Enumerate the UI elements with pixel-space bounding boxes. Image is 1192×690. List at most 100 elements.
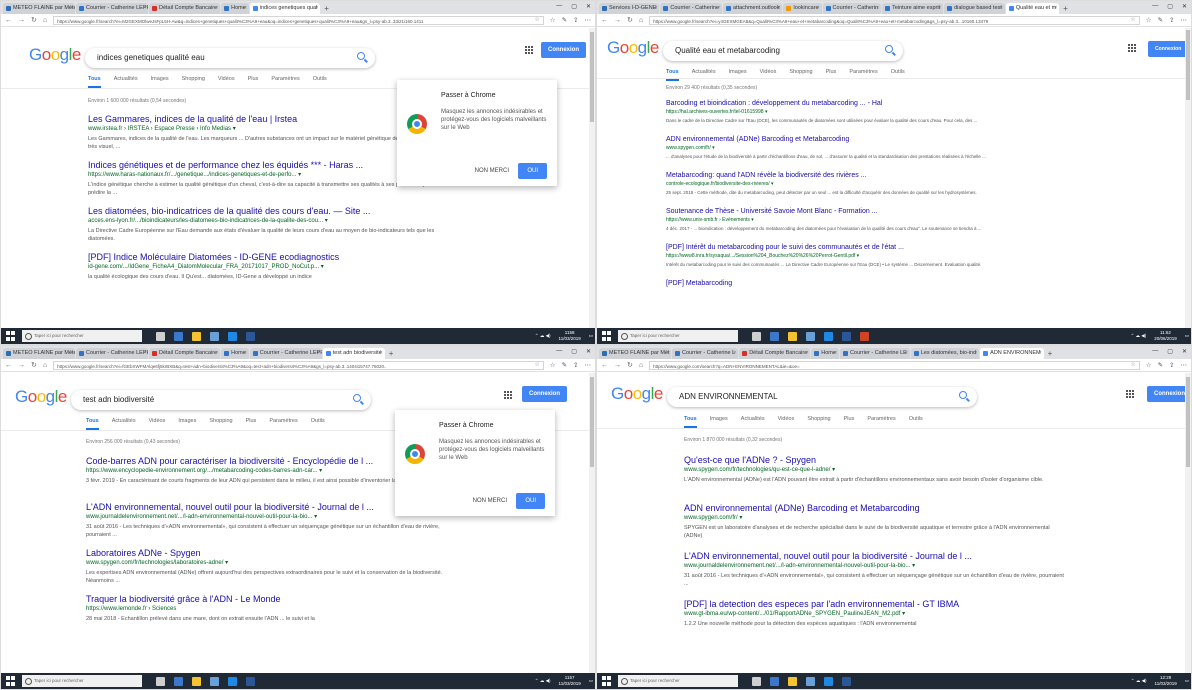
close-tab-icon[interactable]: × — [974, 350, 977, 356]
result-title-link[interactable]: ADN environnemental (ADNe) Barcoding et … — [666, 135, 1006, 145]
result-title-link[interactable]: L'ADN environnemental, nouvel outil pour… — [684, 550, 1064, 562]
result-url[interactable]: https://www.univ-smb.fr › Évènements ▾ — [666, 217, 1006, 224]
search-input[interactable]: Qualité eau et metabarcoding — [663, 41, 903, 61]
share-icon[interactable]: ⇪ — [1169, 16, 1174, 24]
task-view-icon[interactable] — [770, 676, 779, 686]
result-title-link[interactable]: [PDF] Intérêt du metabarcoding pour le s… — [666, 243, 1006, 253]
close-window-icon[interactable]: ✕ — [1182, 3, 1187, 10]
search-tab[interactable]: Tous — [86, 418, 99, 430]
search-tab[interactable]: Shopping — [209, 418, 232, 430]
close-tab-icon[interactable]: × — [143, 5, 146, 11]
bookmark-star-icon[interactable]: ☆ — [534, 362, 539, 369]
browser-tab[interactable]: attachment.outlook × — [722, 3, 783, 14]
bookmark-star-icon[interactable]: ☆ — [534, 17, 539, 24]
close-tab-icon[interactable]: × — [1054, 5, 1057, 11]
outlook-icon[interactable] — [842, 676, 851, 686]
google-logo[interactable]: Google — [15, 387, 67, 407]
result-url[interactable]: acces.ens-lyon.fr/.../bioindicateurs/les… — [88, 217, 458, 225]
result-url[interactable]: www.gt-ibma.eu/wp-content/.../01/Rapport… — [684, 610, 1064, 618]
home-icon[interactable]: ⌂ — [43, 362, 47, 369]
share-icon[interactable]: ⇪ — [1169, 361, 1174, 369]
accept-button[interactable]: OUI — [518, 163, 547, 179]
sign-in-button[interactable]: Connexion — [522, 386, 567, 402]
notifications-icon[interactable]: ▭ — [1185, 333, 1189, 339]
back-icon[interactable]: ← — [5, 362, 12, 369]
search-tab[interactable]: Plus — [246, 418, 257, 430]
file-explorer-icon[interactable] — [210, 331, 219, 341]
home-icon[interactable]: ⌂ — [639, 362, 643, 369]
result-url[interactable]: www.spygen.com/fr/technologies/qu-est-ce… — [684, 466, 1064, 474]
close-tab-icon[interactable]: × — [805, 350, 808, 356]
search-tab[interactable]: Actualités — [741, 416, 765, 428]
store-icon[interactable] — [192, 331, 201, 341]
close-tab-icon[interactable]: × — [244, 5, 247, 11]
refresh-icon[interactable]: ↻ — [31, 361, 37, 369]
more-icon[interactable]: ⋯ — [1181, 16, 1188, 24]
close-tab-icon[interactable]: × — [315, 5, 318, 11]
google-logo[interactable]: Google — [607, 38, 659, 58]
edge-browser-icon[interactable] — [228, 331, 237, 341]
search-tab[interactable]: Vidéos — [778, 416, 795, 428]
browser-tab[interactable]: Courrier - Catherine × — [660, 3, 722, 14]
more-icon[interactable]: ⋯ — [585, 361, 592, 369]
browser-tab[interactable]: METEO FLAINE par Mét × — [599, 348, 671, 359]
url-field[interactable]: https://www.google.fr/search?ei=y4GEXMGE… — [649, 15, 1140, 25]
result-url[interactable]: https://hal.archives-ouvertes.fr/tel-016… — [666, 109, 1006, 116]
browser-tab[interactable]: lookincare × — [783, 3, 822, 14]
notes-icon[interactable]: ✎ — [1158, 361, 1163, 369]
bookmark-star-icon[interactable]: ☆ — [1130, 17, 1135, 24]
maximize-icon[interactable]: ▢ — [571, 348, 577, 355]
browser-tab[interactable]: Les diatomées, bio-ind × — [910, 348, 980, 359]
microphone-icon[interactable] — [752, 676, 761, 686]
taskbar-clock[interactable]: 12:29 11/03/2019 — [1155, 675, 1177, 686]
search-tab[interactable]: Plus — [844, 416, 855, 428]
search-tab[interactable]: Vidéos — [760, 69, 777, 81]
back-icon[interactable]: ← — [5, 17, 12, 24]
search-tab[interactable]: Actualités — [692, 69, 716, 81]
forward-icon[interactable]: → — [18, 17, 25, 24]
maximize-icon[interactable]: ▢ — [571, 3, 577, 10]
microphone-icon[interactable] — [156, 676, 165, 686]
result-url[interactable]: www.spygen.com/fr/ ▾ — [684, 514, 1064, 522]
edge-browser-icon[interactable] — [228, 676, 237, 686]
close-window-icon[interactable]: ✕ — [1182, 348, 1187, 355]
more-icon[interactable]: ⋯ — [585, 16, 592, 24]
result-url[interactable]: controle-ecologique.fr/biodiversite-des-… — [666, 181, 1006, 188]
back-icon[interactable]: ← — [601, 362, 608, 369]
taskbar-clock[interactable]: 1158 11/03/2019 — [559, 330, 581, 341]
new-tab-button[interactable]: + — [321, 3, 332, 14]
bookmark-star-icon[interactable]: ☆ — [1130, 362, 1135, 369]
result-title-link[interactable]: Metabarcoding: quand l'ADN révèle la bio… — [666, 171, 1006, 181]
close-tab-icon[interactable]: × — [654, 5, 657, 11]
result-title-link[interactable]: Qu'est-ce que l'ADNe ? - Spygen — [684, 454, 1064, 466]
close-tab-icon[interactable]: × — [380, 350, 383, 356]
result-title-link[interactable]: [PDF] Indice Moléculaire Diatomées - ID-… — [88, 251, 458, 263]
task-view-icon[interactable] — [770, 331, 779, 341]
notes-icon[interactable]: ✎ — [562, 361, 567, 369]
google-logo[interactable]: Google — [29, 45, 81, 65]
apps-grid-icon[interactable] — [504, 391, 512, 399]
notifications-icon[interactable]: ▭ — [589, 333, 593, 339]
share-icon[interactable]: ⇪ — [573, 361, 578, 369]
browser-tab[interactable]: Home × — [221, 3, 249, 14]
browser-tab[interactable]: indices genetiques qual × — [249, 3, 321, 14]
edge-browser-icon[interactable] — [824, 676, 833, 686]
close-tab-icon[interactable]: × — [733, 350, 736, 356]
search-icon[interactable] — [885, 45, 893, 53]
search-tab[interactable]: Vidéos — [218, 76, 235, 88]
tray-icons[interactable]: ⌃ ☁ ◀) — [1131, 678, 1147, 684]
close-tab-icon[interactable]: × — [1000, 5, 1003, 11]
notifications-icon[interactable]: ▭ — [1185, 678, 1189, 684]
windows-start-icon[interactable] — [602, 676, 612, 686]
tray-icons[interactable]: ⌃ ☁ ◀) — [535, 678, 551, 684]
close-tab-icon[interactable]: × — [717, 5, 720, 11]
result-title-link[interactable]: Barcoding et bioindication : développeme… — [666, 99, 1006, 109]
microphone-icon[interactable] — [156, 331, 165, 341]
more-icon[interactable]: ⋯ — [1181, 361, 1188, 369]
search-tab[interactable]: Shopping — [807, 416, 830, 428]
forward-icon[interactable]: → — [614, 362, 621, 369]
browser-tab[interactable]: dialogue based test × — [944, 3, 1005, 14]
edge-browser-icon[interactable] — [824, 331, 833, 341]
close-tab-icon[interactable]: × — [778, 5, 781, 11]
refresh-icon[interactable]: ↻ — [627, 16, 633, 24]
